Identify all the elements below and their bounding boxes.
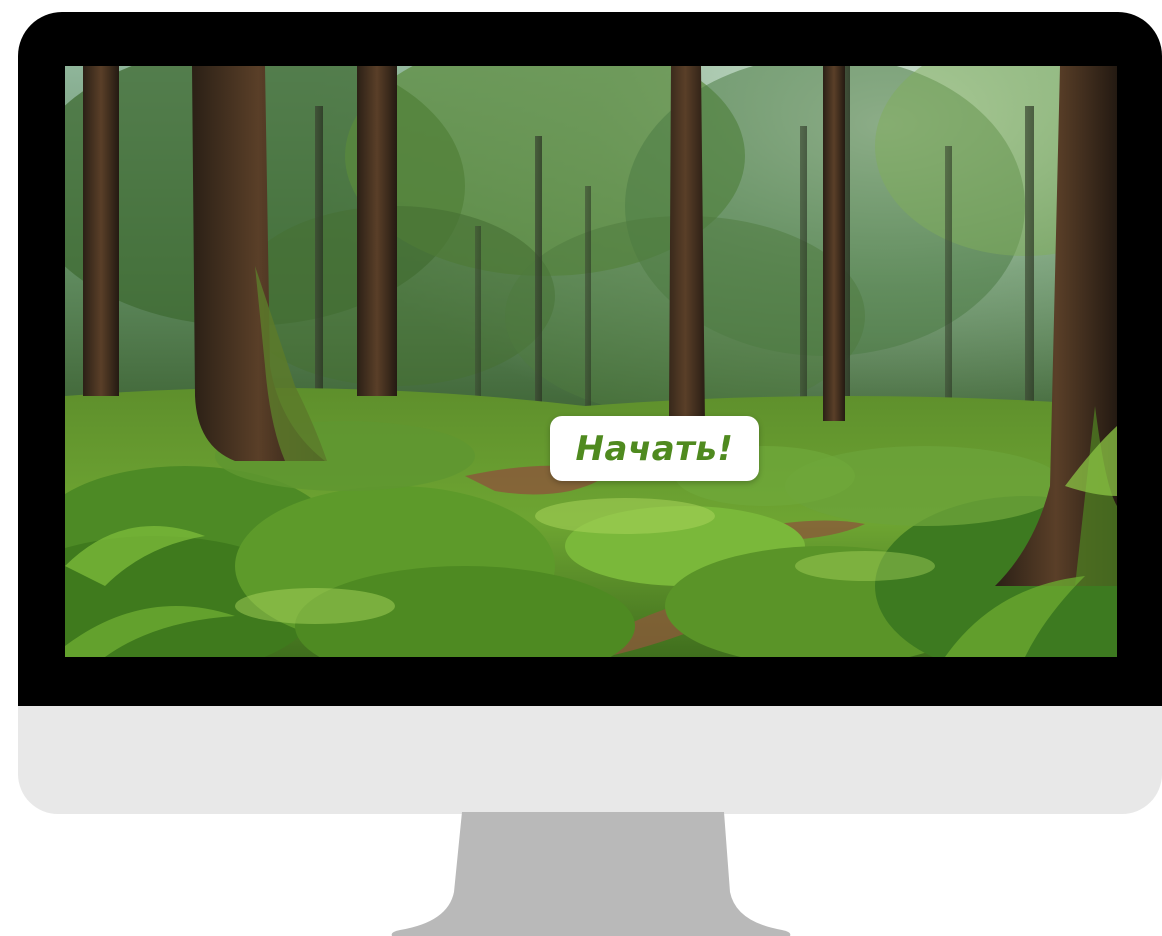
monitor-stand [391, 812, 791, 936]
monitor-screen: Начать! [65, 66, 1117, 657]
mockup-stage: Начать! [0, 0, 1162, 936]
monitor-chin [18, 706, 1162, 814]
forest-background [65, 66, 1117, 657]
start-button[interactable]: Начать! [550, 416, 759, 481]
start-button-label: Начать! [575, 428, 734, 469]
